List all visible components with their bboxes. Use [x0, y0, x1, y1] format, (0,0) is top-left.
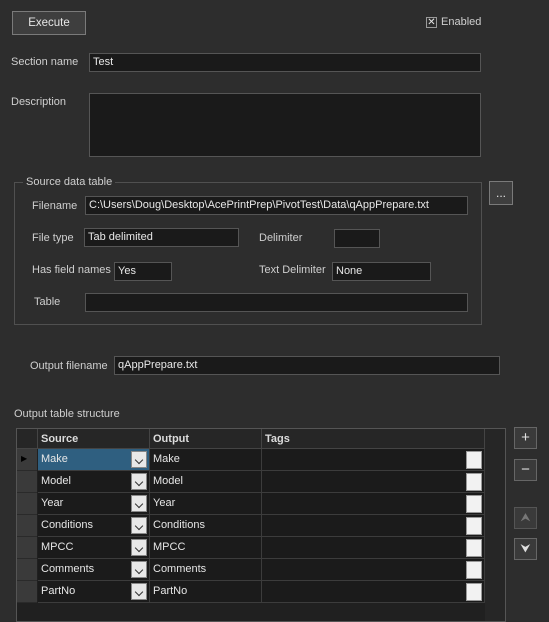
tags-edit-button[interactable] — [466, 473, 482, 491]
chevron-down-icon — [134, 521, 144, 531]
tags-edit-button[interactable] — [466, 495, 482, 513]
tags-cell[interactable] — [262, 559, 485, 581]
row-header[interactable] — [17, 493, 37, 515]
output-cell[interactable]: MPCC — [150, 537, 262, 559]
table-row[interactable]: PartNo PartNo — [17, 581, 485, 603]
table-label: Table — [34, 296, 61, 308]
source-dropdown-button[interactable] — [131, 539, 147, 556]
tags-edit-button[interactable] — [466, 539, 482, 557]
row-header[interactable] — [17, 537, 37, 559]
table-row[interactable]: Year Year — [17, 493, 485, 515]
chevron-down-icon — [134, 565, 144, 575]
execute-button[interactable]: Execute — [12, 11, 86, 35]
section-name-label: Section name — [11, 56, 79, 68]
output-filename-label: Output filename — [30, 360, 108, 372]
description-label: Description — [11, 96, 67, 108]
column-header-output[interactable]: Output — [150, 429, 262, 449]
table-row[interactable]: Comments Comments — [17, 559, 485, 581]
source-cell-text: Conditions — [41, 519, 93, 531]
output-cell[interactable]: Conditions — [150, 515, 262, 537]
source-cell-text: Model — [41, 475, 71, 487]
row-header[interactable]: ▶ — [17, 449, 37, 471]
delimiter-input[interactable] — [334, 229, 380, 248]
source-cell-text: Comments — [41, 563, 95, 575]
source-dropdown-button[interactable] — [131, 517, 147, 534]
chevron-down-icon — [134, 543, 144, 553]
grid-scroll-area — [485, 429, 505, 621]
tags-edit-button[interactable] — [466, 561, 482, 579]
chevron-down-icon — [134, 455, 144, 465]
description-textarea[interactable] — [89, 93, 481, 157]
filename-input[interactable]: C:\Users\Doug\Desktop\AcePrintPrep\Pivot… — [85, 196, 468, 215]
source-cell-text: Year — [41, 497, 64, 509]
text-delimiter-input[interactable]: None — [332, 262, 431, 281]
source-data-table-title: Source data table — [23, 176, 116, 188]
add-row-button[interactable]: + — [514, 427, 537, 449]
source-cell[interactable]: Conditions — [38, 515, 150, 537]
table-row[interactable]: Model Model — [17, 471, 485, 493]
filename-label: Filename — [32, 200, 78, 212]
tags-cell[interactable] — [262, 515, 485, 537]
tags-cell[interactable] — [262, 471, 485, 493]
output-filename-input[interactable]: qAppPrepare.txt — [114, 356, 500, 375]
current-row-indicator-icon: ▶ — [21, 454, 28, 463]
enabled-checkbox[interactable]: ✕ — [426, 17, 437, 28]
output-cell[interactable]: Model — [150, 471, 262, 493]
tags-cell[interactable] — [262, 581, 485, 603]
file-type-input[interactable]: Tab delimited — [84, 228, 239, 247]
output-cell[interactable]: Year — [150, 493, 262, 515]
source-cell[interactable]: MPCC — [38, 537, 150, 559]
column-header-source[interactable]: Source — [38, 429, 150, 449]
tags-edit-button[interactable] — [466, 451, 482, 469]
source-dropdown-button[interactable] — [131, 473, 147, 490]
remove-row-button[interactable]: − — [514, 459, 537, 481]
table-row[interactable]: Conditions Conditions — [17, 515, 485, 537]
output-cell[interactable]: Make — [150, 449, 262, 471]
table-row[interactable]: MPCC MPCC — [17, 537, 485, 559]
column-header-tags[interactable]: Tags — [262, 429, 485, 449]
row-header[interactable] — [17, 471, 37, 493]
browse-button[interactable]: ... — [489, 181, 513, 205]
grid-corner-header — [17, 429, 38, 449]
tags-cell[interactable] — [262, 493, 485, 515]
row-header[interactable] — [17, 515, 37, 537]
tags-edit-button[interactable] — [466, 517, 482, 535]
chevron-down-icon — [134, 499, 144, 509]
source-cell[interactable]: Comments — [38, 559, 150, 581]
row-header[interactable] — [17, 559, 37, 581]
source-cell[interactable]: PartNo — [38, 581, 150, 603]
file-type-label: File type — [32, 232, 74, 244]
table-input[interactable] — [85, 293, 468, 312]
source-cell[interactable]: Year — [38, 493, 150, 515]
chevron-down-icon — [134, 477, 144, 487]
table-row[interactable]: ▶ Make Make — [17, 449, 485, 471]
output-table-structure-label: Output table structure — [14, 408, 120, 420]
source-dropdown-button[interactable] — [131, 561, 147, 578]
enabled-label: Enabled — [441, 16, 482, 28]
chevron-down-icon — [134, 587, 144, 597]
move-down-button[interactable]: ⮟ — [514, 538, 537, 560]
tags-cell[interactable] — [262, 449, 485, 471]
source-cell-text: PartNo — [41, 585, 76, 597]
move-up-button[interactable]: ⮝ — [514, 507, 537, 529]
output-structure-grid[interactable]: Source Output Tags ▶ Make Make Model Model Ye… — [16, 428, 506, 622]
source-cell-text: Make — [41, 453, 68, 465]
row-header[interactable] — [17, 581, 37, 603]
output-cell[interactable]: Comments — [150, 559, 262, 581]
output-cell[interactable]: PartNo — [150, 581, 262, 603]
text-delimiter-label: Text Delimiter — [259, 264, 326, 276]
source-dropdown-button[interactable] — [131, 583, 147, 600]
source-cell-text: MPCC — [41, 541, 74, 553]
source-dropdown-button[interactable] — [131, 495, 147, 512]
tags-cell[interactable] — [262, 537, 485, 559]
tags-edit-button[interactable] — [466, 583, 482, 601]
source-dropdown-button[interactable] — [131, 451, 147, 468]
has-field-names-input[interactable]: Yes — [114, 262, 172, 281]
source-cell[interactable]: Model — [38, 471, 150, 493]
section-name-input[interactable]: Test — [89, 53, 481, 72]
delimiter-label: Delimiter — [259, 232, 303, 244]
source-cell[interactable]: Make — [38, 449, 150, 471]
has-field-names-label: Has field names — [32, 264, 111, 276]
